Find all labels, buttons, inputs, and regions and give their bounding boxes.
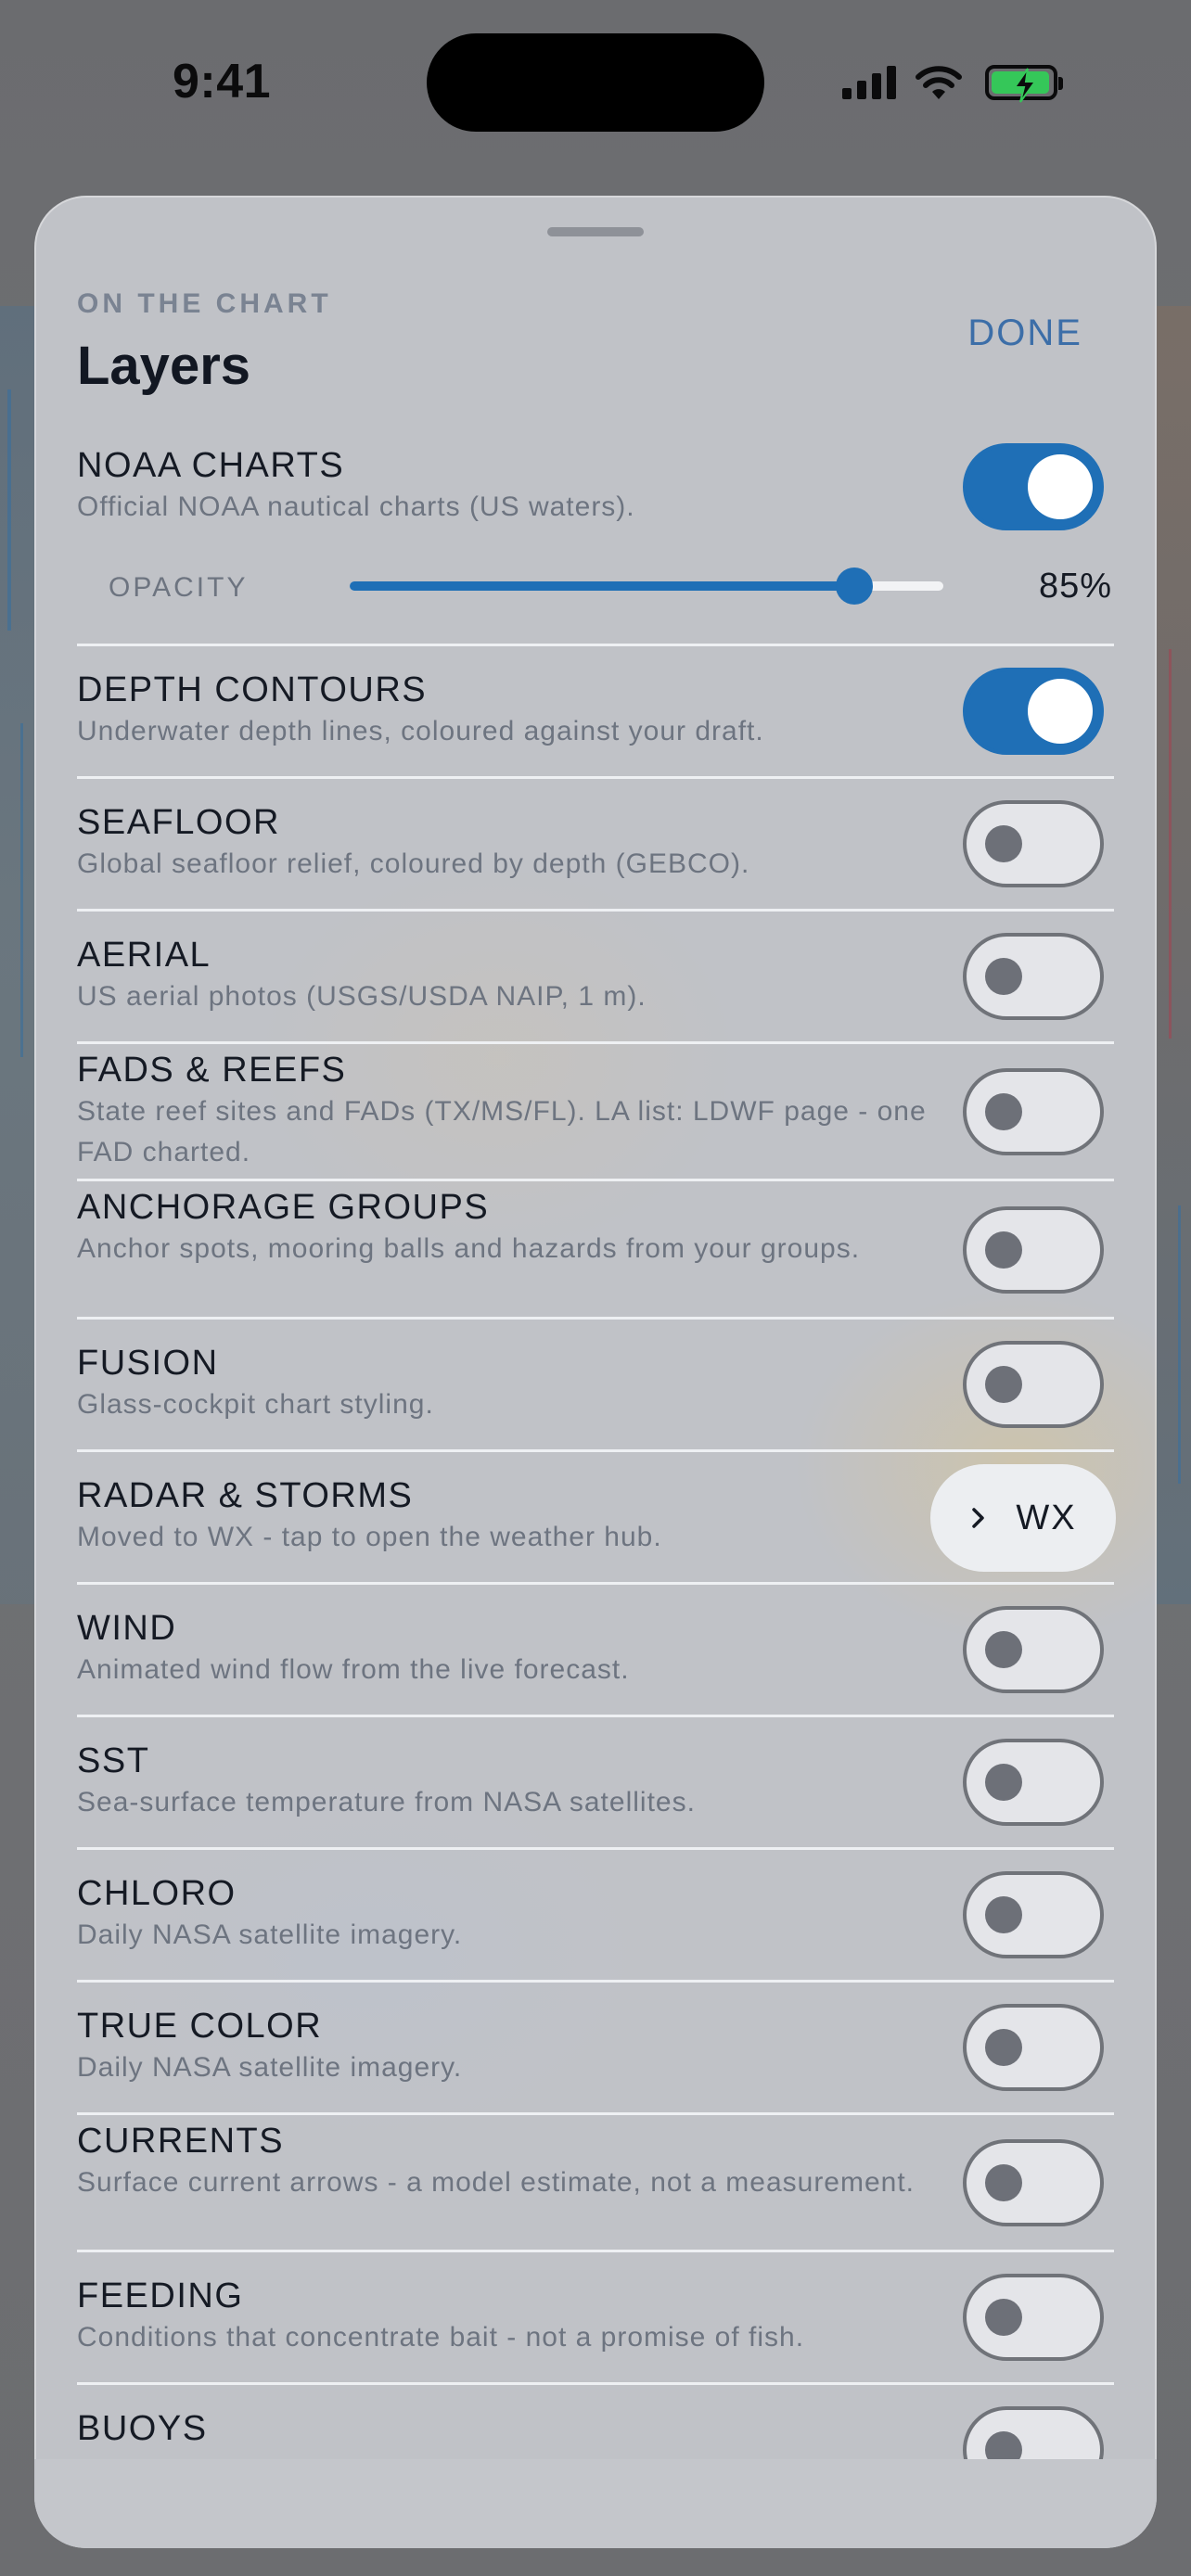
layer-description: Surface current arrows - a model estimat… — [77, 2167, 916, 2198]
opacity-value: 85% — [1038, 567, 1112, 606]
chevron-right-icon — [972, 1508, 985, 1528]
feeding-toggle[interactable] — [963, 2274, 1104, 2361]
layer-title: CHLORO — [77, 1874, 237, 1913]
layer-title: FADS & REEFS — [77, 1051, 347, 1090]
layer-title: ANCHORAGE GROUPS — [77, 1188, 490, 1227]
wind-toggle[interactable] — [963, 1606, 1104, 1693]
noaa-charts-toggle[interactable] — [963, 443, 1104, 530]
divider — [77, 2250, 1114, 2252]
layer-title: RADAR & STORMS — [77, 1476, 414, 1515]
layer-description: Moved to WX - tap to open the weather hu… — [77, 1522, 662, 1552]
sst-toggle[interactable] — [963, 1739, 1104, 1826]
fusion-toggle[interactable] — [963, 1341, 1104, 1428]
layer-description: Underwater depth lines, coloured against… — [77, 716, 764, 746]
currents-toggle[interactable] — [963, 2139, 1104, 2226]
divider — [77, 1179, 1114, 1181]
depth-contours-toggle[interactable] — [963, 668, 1104, 755]
status-time: 9:41 — [173, 55, 272, 108]
true-color-toggle[interactable] — [963, 2004, 1104, 2091]
layer-description: Daily NASA satellite imagery. — [77, 1919, 463, 1950]
layer-title: CURRENTS — [77, 2122, 285, 2161]
divider — [77, 1317, 1114, 1320]
layer-title: BUOYS — [77, 2409, 208, 2448]
divider — [77, 2382, 1114, 2385]
map-edge-left — [0, 306, 37, 1604]
opacity-label: OPACITY — [109, 572, 249, 603]
anchorage-groups-toggle[interactable] — [963, 1206, 1104, 1294]
layer-description: US aerial photos (USGS/USDA NAIP, 1 m). — [77, 981, 647, 1012]
divider — [77, 1582, 1114, 1585]
done-button[interactable]: DONE — [967, 312, 1082, 354]
layer-description: State reef sites and FADs (TX/MS/FL). LA… — [77, 1096, 927, 1167]
divider — [77, 776, 1114, 779]
layer-description: Global seafloor relief, coloured by dept… — [77, 848, 750, 879]
sheet-bottom-edge — [34, 2459, 1157, 2548]
layer-title: NOAA CHARTS — [77, 446, 345, 485]
layer-title: SST — [77, 1741, 150, 1780]
layer-description: Animated wind flow from the live forecas… — [77, 1654, 630, 1685]
layers-sheet: ON THE CHART Layers DONE NOAA CHARTS Off… — [34, 196, 1157, 2548]
layer-description: Sea-surface temperature from NASA satell… — [77, 1787, 696, 1817]
divider — [77, 1449, 1114, 1452]
sheet-grabber[interactable] — [547, 227, 644, 236]
layer-title: DEPTH CONTOURS — [77, 670, 428, 709]
opacity-slider[interactable] — [350, 567, 943, 605]
divider — [77, 1980, 1114, 1983]
map-line — [1178, 1205, 1181, 1484]
layer-title: SEAFLOOR — [77, 803, 280, 842]
layer-description: Official NOAA nautical charts (US waters… — [77, 491, 635, 522]
layer-description: Glass-cockpit chart styling. — [77, 1389, 434, 1420]
opacity-slider-thumb[interactable] — [836, 567, 873, 605]
divider — [77, 1847, 1114, 1850]
chloro-toggle[interactable] — [963, 1871, 1104, 1958]
layer-description: Anchor spots, mooring balls and hazards … — [77, 1233, 861, 1264]
layer-description: Conditions that concentrate bait - not a… — [77, 2322, 805, 2353]
layer-description: Daily NASA satellite imagery. — [77, 2052, 463, 2083]
sheet-eyebrow: ON THE CHART — [77, 288, 332, 319]
open-wx-button[interactable]: WX — [930, 1464, 1116, 1572]
layer-title: FUSION — [77, 1344, 219, 1383]
divider — [77, 1041, 1114, 1044]
fads-reefs-toggle[interactable] — [963, 1068, 1104, 1155]
battery-charging-icon — [985, 65, 1063, 103]
wx-button-label: WX — [1016, 1498, 1077, 1537]
wifi-icon — [916, 66, 962, 99]
status-icons — [842, 59, 1063, 106]
map-edge-right — [1152, 306, 1191, 1604]
layer-title: AERIAL — [77, 936, 211, 975]
sheet-title: Layers — [77, 336, 251, 396]
status-bar: 9:41 — [0, 0, 1191, 167]
cellular-signal-icon — [842, 66, 896, 99]
layer-title: TRUE COLOR — [77, 2007, 323, 2046]
map-line — [20, 723, 23, 1057]
dynamic-island — [427, 33, 764, 132]
map-line — [1169, 649, 1172, 1039]
layer-title: WIND — [77, 1609, 177, 1648]
divider — [77, 644, 1114, 646]
seafloor-toggle[interactable] — [963, 800, 1104, 887]
divider — [77, 909, 1114, 912]
divider — [77, 2112, 1114, 2115]
map-line — [7, 389, 11, 631]
divider — [77, 1715, 1114, 1717]
layer-title: FEEDING — [77, 2276, 244, 2315]
aerial-toggle[interactable] — [963, 933, 1104, 1020]
